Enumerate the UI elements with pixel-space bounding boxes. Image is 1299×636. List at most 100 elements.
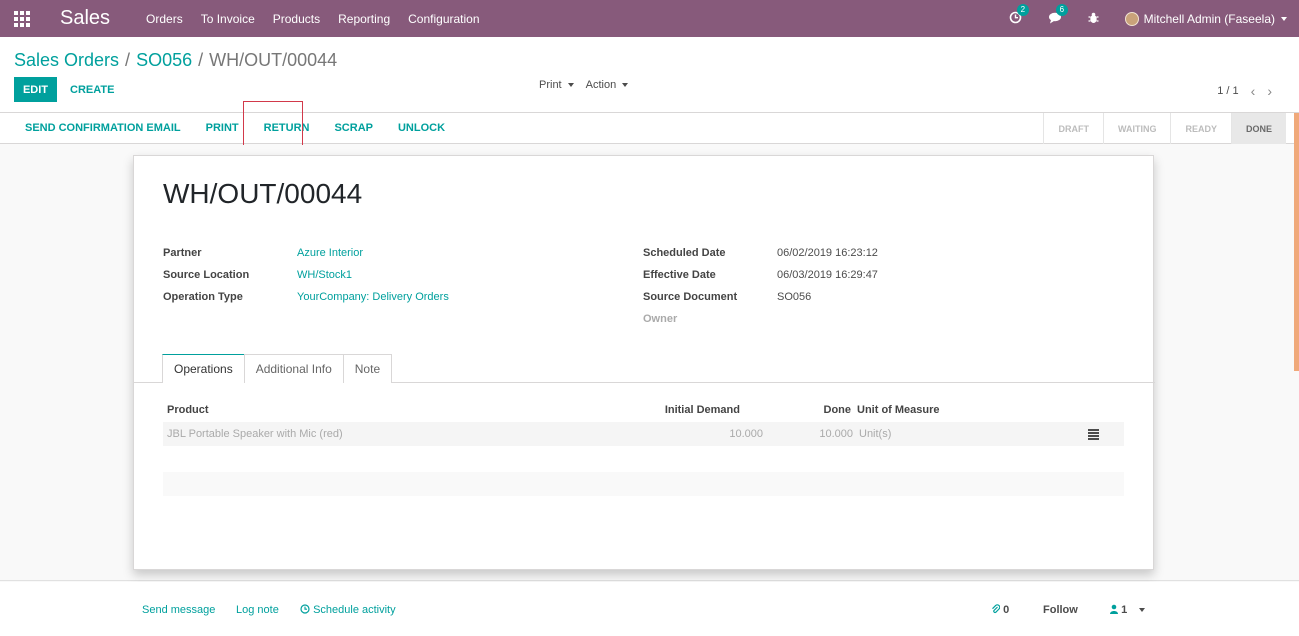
tab-note[interactable]: Note: [342, 354, 393, 383]
menu-reporting[interactable]: Reporting: [338, 12, 390, 26]
user-icon: [1110, 604, 1118, 614]
chevron-down-icon: [622, 83, 629, 88]
breadcrumb: Sales Orders / SO056/WH/OUT/00044: [14, 50, 337, 71]
scrap-button[interactable]: SCRAP: [332, 122, 375, 134]
send-message-button[interactable]: Send message: [142, 604, 215, 616]
column-header-initial-demand[interactable]: Initial Demand: [563, 404, 740, 416]
scrollbar[interactable]: [1294, 113, 1299, 371]
table-footer: [163, 472, 1124, 496]
field-label: Operation Type: [163, 291, 243, 303]
edit-button[interactable]: EDIT: [14, 77, 57, 102]
stage-waiting: WAITING: [1102, 113, 1171, 144]
field-label: Owner: [643, 313, 678, 325]
partner-link[interactable]: Azure Interior: [297, 247, 363, 259]
action-dropdowns: Print Action: [539, 79, 640, 91]
column-header-product[interactable]: Product: [163, 404, 563, 416]
notebook-tabs: Operations Additional Info Note: [162, 354, 393, 383]
attachments-button[interactable]: 0: [991, 604, 1009, 616]
print-button[interactable]: PRINT: [204, 122, 241, 134]
field-label: Source Location: [163, 269, 250, 281]
app-brand: Sales: [60, 7, 111, 29]
table-row[interactable]: JBL Portable Speaker with Mic (red) 10.0…: [163, 422, 1124, 446]
menu-to-invoice[interactable]: To Invoice: [201, 12, 255, 26]
field-scheduled-date: Scheduled Date 06/02/2019 16:23:12: [643, 242, 878, 264]
initial-demand-cell: 10.000: [729, 428, 763, 440]
chevron-down-icon: [567, 83, 574, 88]
stage-draft: DRAFT: [1043, 113, 1103, 144]
source-document-value: SO056: [777, 291, 812, 303]
field-label: Partner: [163, 247, 202, 259]
control-panel: Sales Orders / SO056/WH/OUT/00044 EDIT CRE…: [0, 37, 1299, 113]
pager-next-icon[interactable]: ›: [1267, 83, 1272, 99]
left-field-group: Partner Azure Interior Source Location W…: [163, 242, 449, 308]
right-field-group: Scheduled Date 06/02/2019 16:23:12 Effec…: [643, 242, 878, 330]
chevron-down-icon: [1139, 608, 1146, 613]
attachments-count: 0: [1003, 604, 1010, 616]
chevron-down-icon: [1281, 16, 1287, 21]
activity-icon[interactable]: 2: [1009, 3, 1030, 27]
followers-count: 1: [1121, 604, 1128, 616]
schedule-activity-label: Schedule activity: [313, 604, 396, 616]
user-menu[interactable]: Mitchell Admin (Faseela): [1124, 11, 1287, 26]
menu-orders[interactable]: Orders: [146, 12, 183, 26]
done-cell: 10.000: [819, 428, 853, 440]
pager: 1 / 1 ‹ ›: [1217, 83, 1272, 99]
messages-icon[interactable]: 6: [1048, 3, 1069, 27]
operation-type-link[interactable]: YourCompany: Delivery Orders: [297, 291, 449, 303]
stage-pipeline: DRAFT WAITING READY DONE: [1043, 113, 1286, 144]
field-label: Scheduled Date: [643, 247, 726, 259]
tab-operations[interactable]: Operations: [162, 354, 245, 383]
clock-icon: [300, 604, 310, 614]
followers-button[interactable]: 1: [1110, 604, 1146, 616]
field-source-document: Source Document SO056: [643, 286, 878, 308]
breadcrumb-current: WH/OUT/00044: [209, 50, 338, 70]
status-bar: SEND CONFIRMATION EMAIL PRINT RETURN SCR…: [0, 101, 1299, 151]
user-name: Mitchell Admin (Faseela): [1143, 11, 1275, 26]
chatter: Send message Log note Schedule activity …: [0, 582, 1299, 636]
breadcrumb-separator: /: [198, 50, 204, 70]
uom-cell: Unit(s): [859, 428, 892, 440]
breadcrumb-sales-orders[interactable]: Sales Orders: [14, 50, 119, 70]
top-navbar: Sales Orders To Invoice Products Reporti…: [0, 0, 1299, 37]
form-sheet: WH/OUT/00044 Partner Azure Interior Sour…: [133, 155, 1155, 570]
operations-table: Product Initial Demand Done Unit of Meas…: [163, 398, 1124, 446]
action-dropdown[interactable]: Action: [586, 79, 629, 91]
follow-button[interactable]: Follow: [1043, 604, 1078, 616]
menu-products[interactable]: Products: [273, 12, 320, 26]
tab-additional-info[interactable]: Additional Info: [243, 354, 344, 383]
field-owner: Owner: [643, 308, 878, 330]
schedule-activity-button[interactable]: Schedule activity: [300, 604, 396, 616]
create-button[interactable]: CREATE: [70, 77, 114, 102]
return-button[interactable]: RETURN: [262, 122, 312, 134]
message-count-badge: 6: [1055, 3, 1069, 16]
scheduled-date-value: 06/02/2019 16:23:12: [777, 247, 878, 259]
field-label: Source Document: [643, 291, 738, 303]
log-note-button[interactable]: Log note: [236, 604, 279, 616]
send-confirmation-email-button[interactable]: SEND CONFIRMATION EMAIL: [23, 122, 183, 134]
user-avatar: [1124, 11, 1139, 26]
print-dropdown[interactable]: Print: [539, 79, 574, 91]
effective-date-value: 06/03/2019 16:29:47: [777, 269, 878, 281]
field-operation-type: Operation Type YourCompany: Delivery Ord…: [163, 286, 449, 308]
apps-menu-icon[interactable]: [2, 0, 42, 37]
stage-ready: READY: [1170, 113, 1231, 144]
detailed-operations-icon[interactable]: [1068, 428, 1118, 440]
table-header: Product Initial Demand Done Unit of Meas…: [163, 398, 1124, 422]
menu-configuration[interactable]: Configuration: [408, 12, 479, 26]
column-header-done[interactable]: Done: [740, 404, 852, 416]
action-dropdown-label: Action: [585, 79, 617, 91]
breadcrumb-sales-order[interactable]: SO056: [136, 50, 192, 70]
source-location-link[interactable]: WH/Stock1: [297, 269, 352, 281]
field-source-location: Source Location WH/Stock1: [163, 264, 449, 286]
pager-previous-icon[interactable]: ‹: [1251, 83, 1256, 99]
debug-bug-icon[interactable]: [1088, 11, 1099, 27]
breadcrumb-separator: /: [125, 50, 131, 70]
product-cell: JBL Portable Speaker with Mic (red): [167, 428, 343, 440]
field-partner: Partner Azure Interior: [163, 242, 449, 264]
record-title: WH/OUT/00044: [163, 178, 363, 209]
unlock-button[interactable]: UNLOCK: [396, 122, 447, 134]
print-dropdown-label: Print: [539, 79, 562, 91]
column-header-uom[interactable]: Unit of Measure: [851, 404, 1066, 416]
field-label: Effective Date: [643, 269, 716, 281]
pager-value[interactable]: 1 / 1: [1217, 85, 1238, 97]
